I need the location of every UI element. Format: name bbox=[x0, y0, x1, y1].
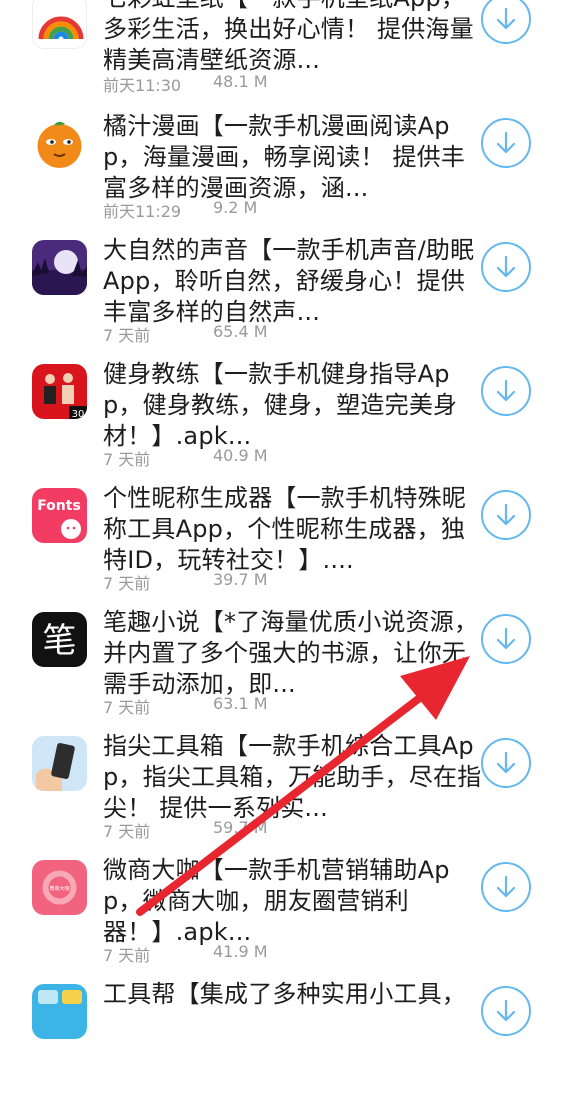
download-button[interactable] bbox=[481, 614, 531, 664]
download-arrow-icon bbox=[496, 7, 516, 30]
item-meta: 前天11:29 9.2 M bbox=[103, 198, 257, 222]
fitness-icon: 30 bbox=[32, 364, 87, 419]
item-size: 40.9 M bbox=[213, 446, 268, 465]
item-title: 笔趣小说【*了海量优质小说资源，并内置了多个强大的书源，让你无需手动添加，即..… bbox=[103, 608, 479, 698]
item-title: 橘汁漫画【一款手机漫画阅读App，海量漫画，畅享阅读！ 提供丰富多样的漫画资源，… bbox=[103, 112, 466, 202]
list-item[interactable]: 笔 笔趣小说【*了海量优质小说资源，并内置了多个强大的书源，让你无需手动添加，即… bbox=[0, 608, 565, 732]
item-meta: 7 天前 40.9 M bbox=[103, 446, 268, 470]
svg-text:笔: 笔 bbox=[43, 621, 77, 661]
download-button[interactable] bbox=[481, 366, 531, 416]
item-size: 41.9 M bbox=[213, 942, 268, 961]
file-list: 七彩虹壁纸【一款手机壁纸App，多彩生活，换出好心情！ 提供海量精美高清壁纸资源… bbox=[0, 0, 565, 1039]
item-time: 7 天前 bbox=[103, 326, 151, 345]
item-time: 7 天前 bbox=[103, 450, 151, 469]
pink-circle-icon: 微商大咖 bbox=[32, 860, 87, 915]
download-arrow-icon bbox=[496, 875, 516, 898]
item-time: 7 天前 bbox=[103, 822, 151, 841]
download-button[interactable] bbox=[481, 490, 531, 540]
item-time: 7 天前 bbox=[103, 574, 151, 593]
item-meta: 7 天前 65.4 M bbox=[103, 322, 268, 346]
svg-text:微商大咖: 微商大咖 bbox=[49, 885, 69, 892]
list-item[interactable]: Fonts 个性昵称生成器【一款手机特殊昵称工具App，个性昵称生成器，独特ID… bbox=[0, 484, 565, 608]
item-title: 工具帮【集成了多种实用小工具， bbox=[103, 980, 466, 1008]
list-item[interactable]: 工具帮【集成了多种实用小工具， bbox=[0, 980, 565, 1104]
svg-text:30: 30 bbox=[72, 409, 85, 419]
fonts-icon: Fonts bbox=[32, 488, 87, 543]
item-title: 大自然的声音【一款手机声音/助眠App，聆听自然，舒缓身心！提供丰富多样的自然声… bbox=[103, 236, 475, 326]
list-item[interactable]: 指尖工具箱【一款手机综合工具App，指尖工具箱，万能助手，尽在指尖！ 提供一系列… bbox=[0, 732, 565, 856]
item-size: 9.2 M bbox=[213, 198, 258, 217]
item-time: 前天11:29 bbox=[103, 202, 182, 221]
list-item[interactable]: 微商大咖 微商大咖【一款手机营销辅助App，微商大咖，朋友圈营销利器！】.apk… bbox=[0, 856, 565, 980]
item-time: 7 天前 bbox=[103, 946, 151, 965]
list-item[interactable]: 大自然的声音【一款手机声音/助眠App，聆听自然，舒缓身心！提供丰富多样的自然声… bbox=[0, 236, 565, 360]
item-size: 63.1 M bbox=[213, 694, 268, 713]
list-item[interactable]: 30 健身教练【一款手机健身指导App，健身教练，健身，塑造完美身材！】.apk… bbox=[0, 360, 565, 484]
download-arrow-icon bbox=[496, 255, 516, 278]
orange-face-icon bbox=[32, 116, 87, 171]
download-arrow-icon bbox=[496, 999, 516, 1022]
item-title: 微商大咖【一款手机营销辅助App，微商大咖，朋友圈营销利器！】.apk... bbox=[103, 856, 450, 946]
download-arrow-icon bbox=[496, 379, 516, 402]
item-meta: 7 天前 59.7 M bbox=[103, 818, 268, 842]
download-button[interactable] bbox=[481, 986, 531, 1036]
item-time: 7 天前 bbox=[103, 698, 151, 717]
moon-lake-icon bbox=[32, 240, 87, 295]
download-button[interactable] bbox=[481, 862, 531, 912]
download-button[interactable] bbox=[481, 118, 531, 168]
svg-text:Fonts: Fonts bbox=[37, 498, 81, 514]
item-title: 健身教练【一款手机健身指导App，健身教练，健身，塑造完美身材！】.apk... bbox=[103, 360, 458, 450]
item-meta: 前天11:30 48.1 M bbox=[103, 72, 268, 96]
item-time: 前天11:30 bbox=[103, 76, 182, 95]
item-meta: 7 天前 39.7 M bbox=[103, 570, 268, 594]
list-item[interactable]: 七彩虹壁纸【一款手机壁纸App，多彩生活，换出好心情！ 提供海量精美高清壁纸资源… bbox=[0, 0, 565, 108]
download-arrow-icon bbox=[496, 503, 516, 526]
item-title: 七彩虹壁纸【一款手机壁纸App，多彩生活，换出好心情！ 提供海量精美高清壁纸资源… bbox=[103, 0, 474, 74]
download-arrow-icon bbox=[496, 131, 516, 154]
bi-character-icon: 笔 bbox=[32, 612, 87, 667]
phone-hand-icon bbox=[32, 736, 87, 791]
download-arrow-icon bbox=[496, 627, 516, 650]
item-meta: 7 天前 63.1 M bbox=[103, 694, 268, 718]
item-meta: 7 天前 41.9 M bbox=[103, 942, 268, 966]
download-button[interactable] bbox=[481, 242, 531, 292]
download-button[interactable] bbox=[481, 738, 531, 788]
item-size: 65.4 M bbox=[213, 322, 268, 341]
list-item[interactable]: 橘汁漫画【一款手机漫画阅读App，海量漫画，畅享阅读！ 提供丰富多样的漫画资源，… bbox=[0, 112, 565, 236]
item-title: 指尖工具箱【一款手机综合工具App，指尖工具箱，万能助手，尽在指尖！ 提供一系列… bbox=[103, 732, 482, 822]
item-title: 个性昵称生成器【一款手机特殊昵称工具App，个性昵称生成器，独特ID，玩转社交！… bbox=[103, 484, 466, 574]
download-button[interactable] bbox=[481, 0, 531, 44]
toolbox-icon bbox=[32, 984, 87, 1039]
download-arrow-icon bbox=[496, 751, 516, 774]
item-size: 48.1 M bbox=[213, 72, 268, 91]
rainbow-icon bbox=[32, 0, 87, 49]
item-size: 39.7 M bbox=[213, 570, 268, 589]
item-size: 59.7 M bbox=[213, 818, 268, 837]
